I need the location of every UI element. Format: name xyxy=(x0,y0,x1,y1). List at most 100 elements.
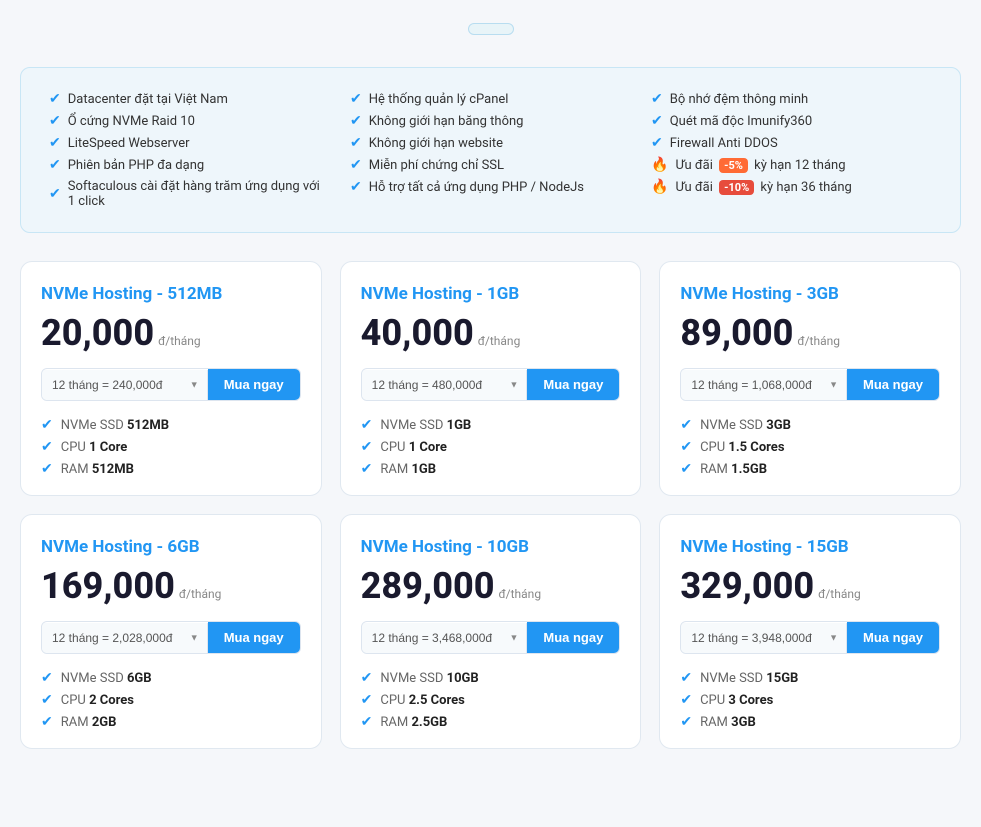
feature-label: Ổ cứng NVMe Raid 10 xyxy=(68,114,195,129)
period-select-wrapper[interactable]: 12 tháng = 480,000đ xyxy=(362,370,528,400)
check-circle-icon: ✔ xyxy=(361,439,373,455)
feature-item: ✔ Không giới hạn website xyxy=(350,132,631,154)
check-icon: ✔ xyxy=(651,113,663,129)
spec-item: ✔ NVMe SSD 3GB xyxy=(680,417,940,433)
spec-text: NVMe SSD 3GB xyxy=(700,418,791,433)
check-circle-icon: ✔ xyxy=(361,670,373,686)
plan-price-unit: đ/tháng xyxy=(499,587,542,601)
spec-text: RAM 2.5GB xyxy=(380,715,447,730)
feature-item: ✔ Quét mã độc Imunify360 xyxy=(651,110,932,132)
buy-button[interactable]: Mua ngay xyxy=(208,622,300,653)
plan-specs: ✔ NVMe SSD 1GB ✔ CPU 1 Core ✔ RAM 1GB xyxy=(361,417,621,477)
plan-name: NVMe Hosting - 6GB xyxy=(41,537,301,557)
plan-price: 169,000 xyxy=(41,565,175,607)
plan-price-unit: đ/tháng xyxy=(179,587,222,601)
features-box: ✔ Datacenter đặt tại Việt Nam ✔ Ổ cứng N… xyxy=(20,67,961,233)
buy-button[interactable]: Mua ngay xyxy=(527,369,619,400)
feature-item: ✔ Hệ thống quản lý cPanel xyxy=(350,88,631,110)
period-select[interactable]: 12 tháng = 2,028,000đ xyxy=(42,623,207,653)
feature-label: Hệ thống quản lý cPanel xyxy=(369,92,509,107)
spec-text: RAM 2GB xyxy=(61,715,117,730)
period-select-wrapper[interactable]: 12 tháng = 1,068,000đ xyxy=(681,370,847,400)
feature-label: Không giới hạn băng thông xyxy=(369,114,524,129)
page-container: ✔ Datacenter đặt tại Việt Nam ✔ Ổ cứng N… xyxy=(20,20,961,749)
check-circle-icon: ✔ xyxy=(361,417,373,433)
spec-item: ✔ RAM 512MB xyxy=(41,461,301,477)
plan-buy-row[interactable]: 12 tháng = 3,468,000đ Mua ngay xyxy=(361,621,621,654)
check-circle-icon: ✔ xyxy=(41,714,53,730)
spec-text: NVMe SSD 6GB xyxy=(61,671,152,686)
spec-text: CPU 1 Core xyxy=(61,440,128,455)
check-circle-icon: ✔ xyxy=(41,417,53,433)
feature-label: Softaculous cài đặt hàng trăm ứng dụng v… xyxy=(68,179,330,209)
feature-label: Firewall Anti DDOS xyxy=(670,136,778,151)
feature-promo-12m: 🔥 Ưu đãi -5% kỳ hạn 12 tháng xyxy=(651,154,932,176)
feature-item: ✔ Bộ nhớ đệm thông minh xyxy=(651,88,932,110)
period-select[interactable]: 12 tháng = 1,068,000đ xyxy=(681,370,846,400)
plan-buy-row[interactable]: 12 tháng = 240,000đ Mua ngay xyxy=(41,368,301,401)
check-icon: ✔ xyxy=(49,157,61,173)
check-circle-icon: ✔ xyxy=(361,461,373,477)
plan-card-6gb: NVMe Hosting - 6GB 169,000 đ/tháng 12 th… xyxy=(20,514,322,749)
section-badge xyxy=(468,23,514,35)
features-col1: ✔ Datacenter đặt tại Việt Nam ✔ Ổ cứng N… xyxy=(49,88,330,212)
plan-price-row: 40,000 đ/tháng xyxy=(361,312,621,354)
features-col2: ✔ Hệ thống quản lý cPanel ✔ Không giới h… xyxy=(350,88,631,212)
buy-button[interactable]: Mua ngay xyxy=(208,369,300,400)
spec-item: ✔ NVMe SSD 1GB xyxy=(361,417,621,433)
plan-price: 89,000 xyxy=(680,312,793,354)
period-select[interactable]: 12 tháng = 240,000đ xyxy=(42,370,207,400)
spec-item: ✔ CPU 2 Cores xyxy=(41,692,301,708)
plan-specs: ✔ NVMe SSD 3GB ✔ CPU 1.5 Cores ✔ RAM 1.5… xyxy=(680,417,940,477)
buy-button[interactable]: Mua ngay xyxy=(847,369,939,400)
plan-buy-row[interactable]: 12 tháng = 480,000đ Mua ngay xyxy=(361,368,621,401)
check-circle-icon: ✔ xyxy=(41,439,53,455)
spec-item: ✔ CPU 2.5 Cores xyxy=(361,692,621,708)
feature-item: ✔ Softaculous cài đặt hàng trăm ứng dụng… xyxy=(49,176,330,212)
period-select[interactable]: 12 tháng = 480,000đ xyxy=(362,370,527,400)
period-select[interactable]: 12 tháng = 3,948,000đ xyxy=(681,623,846,653)
period-select-wrapper[interactable]: 12 tháng = 240,000đ xyxy=(42,370,208,400)
period-select[interactable]: 12 tháng = 3,468,000đ xyxy=(362,623,527,653)
spec-text: NVMe SSD 15GB xyxy=(700,671,798,686)
spec-item: ✔ RAM 2GB xyxy=(41,714,301,730)
feature-label: Quét mã độc Imunify360 xyxy=(670,114,812,129)
check-circle-icon: ✔ xyxy=(361,714,373,730)
spec-text: RAM 3GB xyxy=(700,715,756,730)
check-circle-icon: ✔ xyxy=(41,670,53,686)
plan-price-unit: đ/tháng xyxy=(158,334,201,348)
plan-specs: ✔ NVMe SSD 15GB ✔ CPU 3 Cores ✔ RAM 3GB xyxy=(680,670,940,730)
plan-price-row: 89,000 đ/tháng xyxy=(680,312,940,354)
period-select-wrapper[interactable]: 12 tháng = 3,948,000đ xyxy=(681,623,847,653)
plan-card-10gb: NVMe Hosting - 10GB 289,000 đ/tháng 12 t… xyxy=(340,514,642,749)
plan-price-unit: đ/tháng xyxy=(478,334,521,348)
plan-buy-row[interactable]: 12 tháng = 1,068,000đ Mua ngay xyxy=(680,368,940,401)
feature-item: ✔ Không giới hạn băng thông xyxy=(350,110,631,132)
plan-price-row: 329,000 đ/tháng xyxy=(680,565,940,607)
feature-promo-36m: 🔥 Ưu đãi -10% kỳ hạn 36 tháng xyxy=(651,176,932,198)
feature-label: Datacenter đặt tại Việt Nam xyxy=(68,92,228,107)
promo-text: Ưu đãi -5% kỳ hạn 12 tháng xyxy=(675,158,845,173)
buy-button[interactable]: Mua ngay xyxy=(847,622,939,653)
check-icon: ✔ xyxy=(49,91,61,107)
plan-buy-row[interactable]: 12 tháng = 2,028,000đ Mua ngay xyxy=(41,621,301,654)
period-select-wrapper[interactable]: 12 tháng = 2,028,000đ xyxy=(42,623,208,653)
check-icon: ✔ xyxy=(651,91,663,107)
feature-label: Hỗ trợ tất cả ứng dụng PHP / NodeJs xyxy=(369,180,584,195)
period-select-wrapper[interactable]: 12 tháng = 3,468,000đ xyxy=(362,623,528,653)
feature-label: Không giới hạn website xyxy=(369,136,503,151)
plan-name: NVMe Hosting - 3GB xyxy=(680,284,940,304)
check-circle-icon: ✔ xyxy=(680,692,692,708)
feature-item: ✔ Datacenter đặt tại Việt Nam xyxy=(49,88,330,110)
check-circle-icon: ✔ xyxy=(41,692,53,708)
buy-button[interactable]: Mua ngay xyxy=(527,622,619,653)
fire-icon: 🔥 xyxy=(651,179,668,195)
plan-price: 20,000 xyxy=(41,312,154,354)
plan-price: 329,000 xyxy=(680,565,814,607)
spec-item: ✔ NVMe SSD 6GB xyxy=(41,670,301,686)
spec-item: ✔ RAM 2.5GB xyxy=(361,714,621,730)
discount-badge-5: -5% xyxy=(719,158,748,173)
plan-buy-row[interactable]: 12 tháng = 3,948,000đ Mua ngay xyxy=(680,621,940,654)
feature-item: ✔ Miễn phí chứng chỉ SSL xyxy=(350,154,631,176)
plan-price: 289,000 xyxy=(361,565,495,607)
